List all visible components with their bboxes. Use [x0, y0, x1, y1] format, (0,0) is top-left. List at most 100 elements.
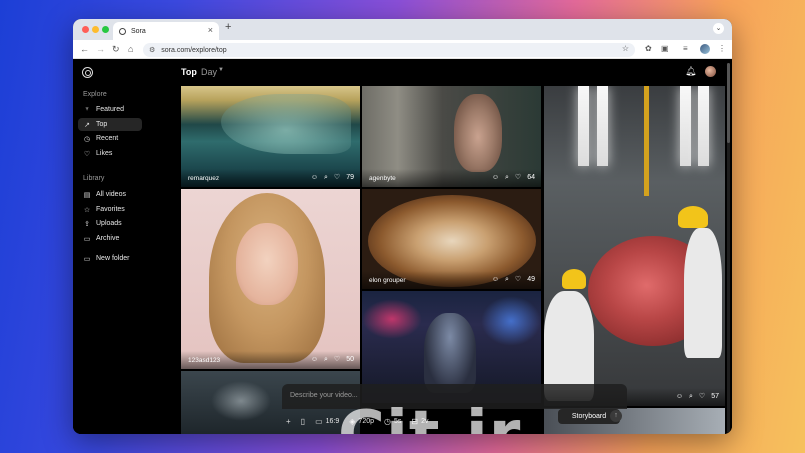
- back-icon[interactable]: ←: [80, 44, 89, 54]
- video-tile[interactable]: ☺ ⌕ ♡ 57: [544, 86, 725, 406]
- user-avatar[interactable]: [705, 66, 716, 77]
- tile-image-helmet: [678, 206, 708, 228]
- tile-actions: ☺ ⌕ ♡ 57: [676, 393, 719, 401]
- bookmark-star-icon[interactable]: ☆: [622, 44, 629, 53]
- tile-image-lamp: [578, 86, 589, 166]
- remix-icon[interactable]: ☺: [492, 276, 499, 284]
- scrollbar[interactable]: [727, 63, 730, 433]
- url-text: sora.com/explore/top: [161, 46, 227, 54]
- add-button[interactable]: +: [286, 417, 291, 426]
- like-heart-icon[interactable]: ♡: [515, 276, 521, 284]
- tile-image-neon: [481, 296, 541, 346]
- sidebar-item-archive[interactable]: ▭ Archive: [78, 232, 142, 245]
- sidebar-item-favorites[interactable]: ☆ Favorites: [78, 203, 142, 216]
- address-bar[interactable]: ⚙ sora.com/explore/top ☆: [143, 43, 635, 57]
- tile-image-lamp: [698, 86, 709, 166]
- tile-username[interactable]: remarquez: [188, 175, 219, 182]
- like-heart-icon[interactable]: ♡: [515, 174, 521, 182]
- tile-username[interactable]: elon grouper: [369, 277, 406, 284]
- sidebar-item-all-videos[interactable]: ▤ All videos: [78, 188, 142, 201]
- sidebar-item-likes[interactable]: ♡ Likes: [78, 147, 142, 160]
- tile-image-neon: [362, 299, 422, 339]
- sidebar-item-recent[interactable]: ◷ Recent: [78, 132, 142, 145]
- home-icon[interactable]: ⌂: [128, 44, 133, 54]
- tile-actions: ☺ ⌕ ♡ 50: [311, 356, 354, 364]
- sidebar-item-featured[interactable]: ♆ Featured: [78, 103, 142, 116]
- sora-logo-icon[interactable]: [82, 67, 93, 78]
- videos-icon: ▤: [83, 191, 91, 199]
- like-heart-icon[interactable]: ♡: [699, 393, 705, 401]
- explore-heading: Explore: [83, 91, 107, 98]
- tile-image-worker: [684, 228, 722, 358]
- view-icon[interactable]: ⌕: [505, 174, 509, 182]
- sidebar-item-label: Recent: [96, 135, 119, 142]
- sidebar-item-label: Favorites: [96, 206, 125, 213]
- chevron-down-icon[interactable]: ▼: [218, 67, 224, 73]
- tab-search-icon[interactable]: ⌄: [713, 23, 724, 34]
- browser-tab-sora[interactable]: Sora ×: [113, 22, 219, 40]
- new-tab-button[interactable]: +: [225, 21, 231, 33]
- browser-menu-icon[interactable]: ⋮: [718, 44, 726, 54]
- sidebar-item-uploads[interactable]: ⇪ Uploads: [78, 217, 142, 230]
- tile-image-lamp: [597, 86, 608, 166]
- site-info-icon[interactable]: ⚙: [149, 46, 155, 54]
- watermark-logo: Cit.ir: [338, 398, 521, 434]
- video-tile[interactable]: agenbyte ☺ ⌕ ♡ 64: [362, 86, 541, 187]
- like-heart-icon[interactable]: ♡: [334, 356, 340, 364]
- like-count: 64: [527, 174, 535, 181]
- minimize-window-button[interactable]: [92, 26, 99, 33]
- close-window-button[interactable]: [82, 26, 89, 33]
- sidebar-item-top[interactable]: ↗ Top: [78, 118, 142, 131]
- star-icon: ☆: [83, 206, 91, 214]
- aspect-ratio-button[interactable]: ▭ 16:9: [315, 417, 339, 426]
- extension-icon[interactable]: ✿: [645, 44, 652, 54]
- like-heart-icon[interactable]: ♡: [334, 174, 340, 182]
- sora-favicon-icon: [119, 27, 126, 35]
- folder-icon: ▭: [83, 255, 91, 263]
- sidebar-item-label: Likes: [96, 150, 113, 157]
- tile-image-lamp: [680, 86, 691, 166]
- video-tile[interactable]: remarquez ☺ ⌕ ♡ 79: [181, 86, 360, 187]
- view-icon[interactable]: ⌕: [324, 356, 328, 364]
- view-icon[interactable]: ⌕: [689, 393, 693, 401]
- page-title: Top: [181, 67, 197, 77]
- like-count: 57: [711, 393, 719, 400]
- period-dropdown[interactable]: Day: [201, 67, 217, 77]
- tile-image-child: [454, 94, 502, 172]
- scroll-thumb[interactable]: [727, 63, 730, 143]
- notifications-bell-icon[interactable]: 🔔︎: [685, 66, 696, 77]
- view-icon[interactable]: ⌕: [324, 174, 328, 182]
- remix-icon[interactable]: ☺: [311, 174, 318, 182]
- tile-actions: ☺ ⌕ ♡ 64: [492, 174, 535, 182]
- tile-username[interactable]: 123asd123: [188, 357, 220, 364]
- like-count: 79: [346, 174, 354, 181]
- preset-button[interactable]: ▯: [301, 417, 305, 426]
- remix-icon[interactable]: ☺: [492, 174, 499, 182]
- tile-image-chain: [644, 86, 649, 196]
- heart-icon: ♡: [83, 150, 91, 158]
- like-count: 49: [527, 276, 535, 283]
- extensions-puzzle-icon[interactable]: ▣: [661, 44, 669, 54]
- maximize-window-button[interactable]: [102, 26, 109, 33]
- sidebar-item-label: All videos: [96, 191, 126, 198]
- sidebar-item-label: Top: [96, 121, 108, 128]
- reload-icon[interactable]: ↻: [112, 44, 120, 54]
- tile-username[interactable]: agenbyte: [369, 175, 396, 182]
- aspect-ratio-icon: ▭: [315, 417, 323, 426]
- tab-close-icon[interactable]: ×: [208, 25, 213, 35]
- tile-image-face: [236, 223, 298, 305]
- sidebar: Explore ♆ Featured ↗ Top ◷ Recent ♡ Like…: [73, 59, 180, 434]
- video-tile[interactable]: elon grouper ☺ ⌕ ♡ 49: [362, 189, 541, 289]
- sidebar-item-label: Uploads: [96, 220, 122, 227]
- browser-tab-strip: Sora × + ⌄: [73, 19, 732, 40]
- submit-arrow-icon[interactable]: ↑: [610, 410, 622, 422]
- media-control-icon[interactable]: ≡: [683, 44, 688, 54]
- remix-icon[interactable]: ☺: [311, 356, 318, 364]
- view-icon[interactable]: ⌕: [505, 276, 509, 284]
- browser-profile-avatar[interactable]: [700, 44, 710, 54]
- new-folder-button[interactable]: ▭ New folder: [78, 252, 142, 265]
- forward-icon[interactable]: →: [96, 44, 105, 54]
- remix-icon[interactable]: ☺: [676, 393, 683, 401]
- video-tile[interactable]: 123asd123 ☺ ⌕ ♡ 50: [181, 189, 360, 369]
- library-heading: Library: [83, 175, 105, 182]
